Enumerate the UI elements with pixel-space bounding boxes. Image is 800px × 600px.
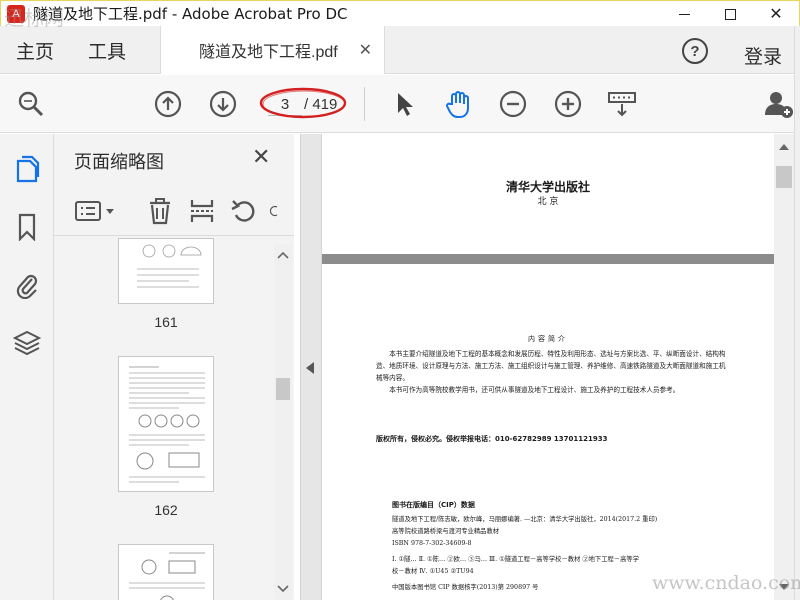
scroll-up-icon[interactable] <box>779 144 789 150</box>
cip-line: 高等院校道路桥梁与渡河专业精品教材 <box>392 528 500 535</box>
share-user-icon[interactable] <box>764 89 794 119</box>
rotate-counterclockwise-icon[interactable] <box>230 198 258 224</box>
thumbnail-page[interactable] <box>118 356 214 492</box>
bookmark-icon[interactable] <box>12 212 42 242</box>
hand-tool-icon[interactable] <box>443 89 473 119</box>
thumbnail-label: 162 <box>154 502 178 518</box>
page-thumbnails-icon[interactable] <box>12 154 42 184</box>
cip-line: 隧道及地下工程/陈志敏，欧尔峰，马丽娜编著. —北京：清华大学出版社，2014(… <box>392 516 658 523</box>
watermark-bottom-right: www.cndao.com <box>652 572 800 594</box>
zoom-out-icon[interactable] <box>498 89 528 119</box>
page-separator <box>322 254 774 264</box>
document-view[interactable]: 清华大学出版社 北 京 内容简介 本书主要介绍隧道及地下工程的基本概念和发展历程… <box>322 134 774 600</box>
close-panel-icon[interactable]: ✕ <box>252 144 270 170</box>
cip-line: Ⅰ. ①隧… Ⅱ. ①陈… ②欧… ③马… Ⅲ. ①隧道工程－高等学校－教材 ②… <box>392 556 639 563</box>
tab-home[interactable]: 主页 <box>16 26 54 74</box>
toolbar-divider <box>364 87 365 121</box>
title-bar: A 隧道及地下工程.pdf - Adobe Acrobat Pro DC ✕ <box>0 0 800 26</box>
cip-line: ISBN 978-7-302-34609-8 <box>392 540 472 547</box>
document-page: 清华大学出版社 北 京 内容简介 本书主要介绍隧道及地下工程的基本概念和发展历程… <box>322 134 774 600</box>
select-pointer-icon[interactable] <box>389 89 419 119</box>
marquee-zoom-icon[interactable] <box>607 89 637 119</box>
zoom-in-icon[interactable] <box>553 89 583 119</box>
thumbnails-panel: 页面缩略图 ✕ 161 162 <box>54 134 294 600</box>
thumbnail-scroll-thumb[interactable] <box>276 378 290 400</box>
thumbnail-list: 161 162 <box>54 238 274 600</box>
layers-icon[interactable] <box>12 328 42 358</box>
thumbnail-label: 161 <box>154 314 178 330</box>
tab-document-label: 隧道及地下工程.pdf <box>199 44 338 61</box>
document-scrollbar[interactable] <box>774 134 794 600</box>
collapse-panel-handle[interactable] <box>300 134 322 600</box>
window-frame-edge <box>794 26 800 600</box>
page-up-icon[interactable] <box>153 89 183 119</box>
publisher-name: 清华大学出版社 <box>505 180 590 194</box>
abstract-text: 本书主要介绍隧道及地下工程的基本概念和发展历程、特性及利用形态、选址与方案比选、… <box>376 348 726 396</box>
login-button[interactable]: 登录 <box>744 42 782 69</box>
collapse-arrow-icon <box>306 362 314 374</box>
abstract-paragraph: 本书主要介绍隧道及地下工程的基本概念和发展历程、特性及利用形态、选址与方案比选、… <box>376 350 726 382</box>
document-scroll-thumb[interactable] <box>776 166 792 188</box>
page-down-icon[interactable] <box>208 89 238 119</box>
watermark-top-left: 迅标网 <box>4 6 64 30</box>
maximize-button[interactable] <box>707 1 753 27</box>
navigation-rail <box>0 134 54 600</box>
abstract-paragraph: 本书可作为高等院校教学用书，还可供从事隧道及地下工程设计、施工及养护的工程技术人… <box>389 386 680 394</box>
publisher-city: 北 京 <box>537 197 559 207</box>
close-window-button[interactable]: ✕ <box>753 1 799 27</box>
tab-tools[interactable]: 工具 <box>88 26 126 74</box>
extract-page-icon[interactable] <box>189 198 215 224</box>
thumbnail-page[interactable] <box>118 544 214 600</box>
attachment-icon[interactable] <box>12 270 42 300</box>
help-icon[interactable]: ? <box>682 38 708 64</box>
options-menu-icon[interactable] <box>74 198 116 224</box>
abstract-title: 内容简介 <box>528 335 568 343</box>
thumbnail-scrollbar[interactable] <box>274 244 292 600</box>
tab-document[interactable]: 隧道及地下工程.pdf ✕ <box>160 26 385 74</box>
panel-toolbar <box>54 186 294 236</box>
toolbar: / 419 <box>0 75 800 133</box>
page-navigator: / 419 <box>260 91 346 119</box>
page-total: / 419 <box>304 96 338 113</box>
delete-page-icon[interactable] <box>146 198 174 225</box>
zoom-search-icon[interactable] <box>16 89 46 119</box>
copyright-notice: 版权所有，侵权必究。侵权举报电话：010-62782989 1370112193… <box>376 435 608 443</box>
window-title: 隧道及地下工程.pdf - Adobe Acrobat Pro DC <box>33 5 348 23</box>
thumbnail-page[interactable] <box>118 238 214 304</box>
rotate-clockwise-icon[interactable] <box>270 198 284 224</box>
minimize-button[interactable] <box>661 1 707 27</box>
page-number-input[interactable] <box>268 94 302 116</box>
cip-title: 图书在版编目（CIP）数据 <box>392 501 475 509</box>
tab-bar: 主页 工具 隧道及地下工程.pdf ✕ ? 登录 <box>0 26 800 74</box>
panel-title: 页面缩略图 <box>74 152 164 173</box>
close-tab-icon[interactable]: ✕ <box>359 40 372 60</box>
